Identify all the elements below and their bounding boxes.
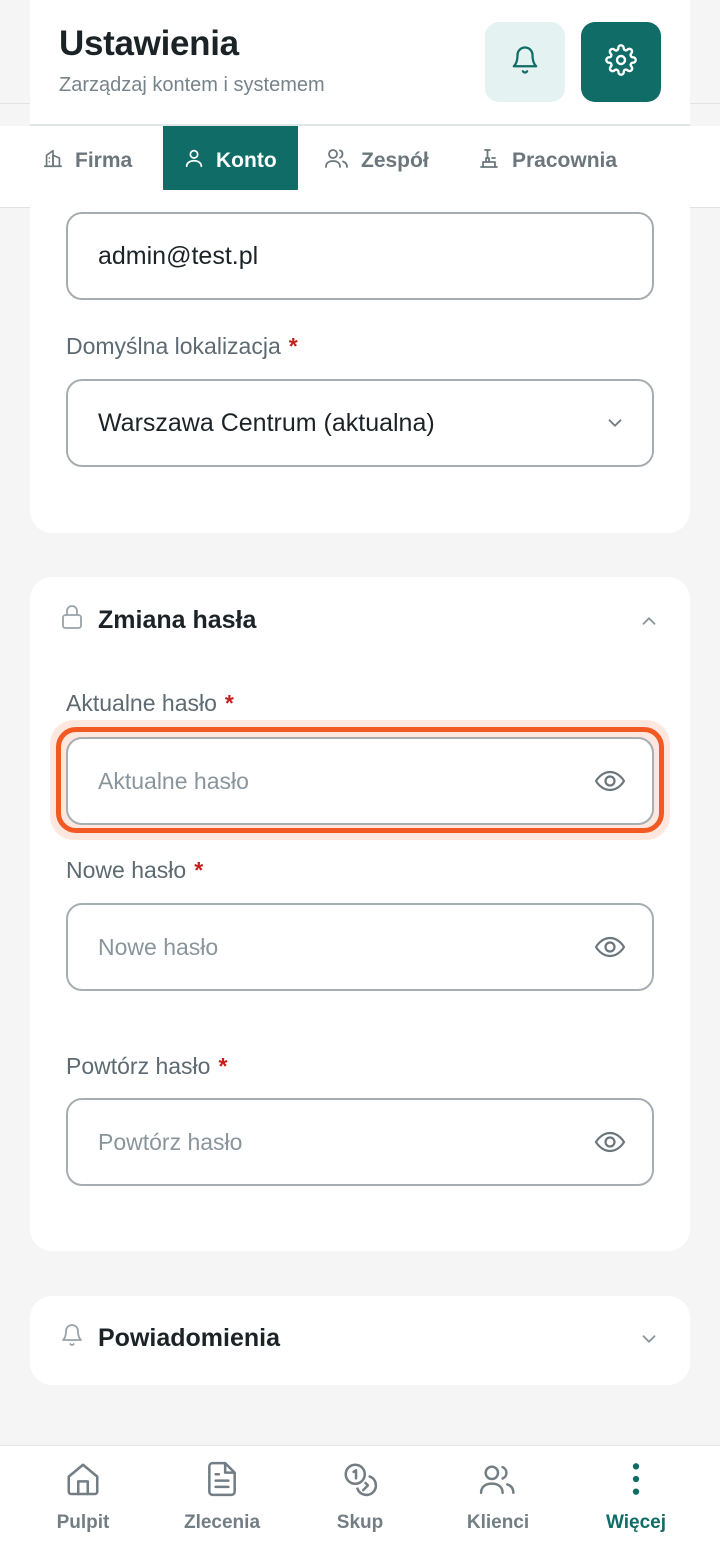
eye-icon[interactable] <box>594 1130 626 1154</box>
tab-konto[interactable]: Konto <box>163 126 298 196</box>
nav-label: Pulpit <box>56 1512 110 1533</box>
email-field[interactable]: admin@test.pl <box>66 212 654 300</box>
tab-label: Pracownia <box>512 149 618 172</box>
location-select[interactable]: Warszawa Centrum (aktualna) <box>66 379 654 467</box>
password-section-title: Zmiana hasła <box>98 606 257 634</box>
nav-wiecej[interactable]: Więcej <box>566 1460 706 1534</box>
page-subtitle: Zarządzaj kontem i systemem <box>59 74 325 96</box>
email-value: admin@test.pl <box>98 241 259 270</box>
notifications-section-title: Powiadomienia <box>98 1324 280 1352</box>
repeat-password-input[interactable]: Powtórz hasło <box>66 1098 654 1186</box>
new-password-input[interactable]: Nowe hasło <box>66 903 654 991</box>
tab-label: Zespół <box>361 149 429 172</box>
new-password-placeholder: Nowe hasło <box>98 933 219 960</box>
users-icon <box>324 146 350 176</box>
repeat-password-label: Powtórz hasło * <box>66 1053 228 1079</box>
users-icon <box>478 1460 518 1504</box>
more-vertical-icon <box>617 1460 655 1504</box>
focus-border <box>56 727 664 833</box>
location-label: Domyślna lokalizacja * <box>66 333 298 359</box>
home-icon <box>64 1460 102 1504</box>
repeat-password-placeholder: Powtórz hasło <box>98 1128 243 1155</box>
nav-zlecenia[interactable]: Zlecenia <box>152 1460 292 1534</box>
nav-label: Skup <box>336 1512 384 1533</box>
lock-icon <box>60 604 84 637</box>
tab-firma[interactable]: Firma <box>42 126 160 196</box>
chevron-down-icon <box>604 412 626 434</box>
tab-zespol[interactable]: Zespół <box>324 126 454 196</box>
nav-label: Zlecenia <box>183 1512 261 1533</box>
nav-label: Więcej <box>605 1512 667 1533</box>
nav-skup[interactable]: Skup <box>290 1460 430 1534</box>
bell-icon <box>510 45 540 80</box>
document-icon <box>203 1460 241 1504</box>
workshop-icon <box>477 146 501 176</box>
tab-pracownia[interactable]: Pracownia <box>477 126 647 196</box>
eye-icon[interactable] <box>594 935 626 959</box>
tab-label: Konto <box>216 149 277 172</box>
user-icon <box>183 147 205 175</box>
location-value: Warszawa Centrum (aktualna) <box>98 408 435 437</box>
notifications-button[interactable] <box>485 22 565 102</box>
nav-pulpit[interactable]: Pulpit <box>13 1460 153 1534</box>
gear-icon <box>605 43 637 81</box>
notifications-section-header[interactable]: Powiadomienia <box>60 1322 280 1355</box>
new-password-label: Nowe hasło * <box>66 857 204 883</box>
password-section-header[interactable]: Zmiana hasła <box>60 604 256 637</box>
building-icon <box>42 147 64 175</box>
page-title: Ustawienia <box>59 24 239 63</box>
bell-icon <box>60 1322 84 1355</box>
header: Ustawienia Zarządzaj kontem i systemem <box>30 0 690 126</box>
current-password-label: Aktualne hasło * <box>66 690 234 716</box>
tab-label: Firma <box>75 149 133 172</box>
nav-klienci[interactable]: Klienci <box>428 1460 568 1534</box>
chevron-up-icon[interactable] <box>638 610 660 637</box>
settings-button[interactable] <box>581 22 661 102</box>
nav-label: Klienci <box>466 1512 530 1533</box>
coins-icon <box>341 1460 379 1504</box>
chevron-down-icon[interactable] <box>638 1328 660 1355</box>
